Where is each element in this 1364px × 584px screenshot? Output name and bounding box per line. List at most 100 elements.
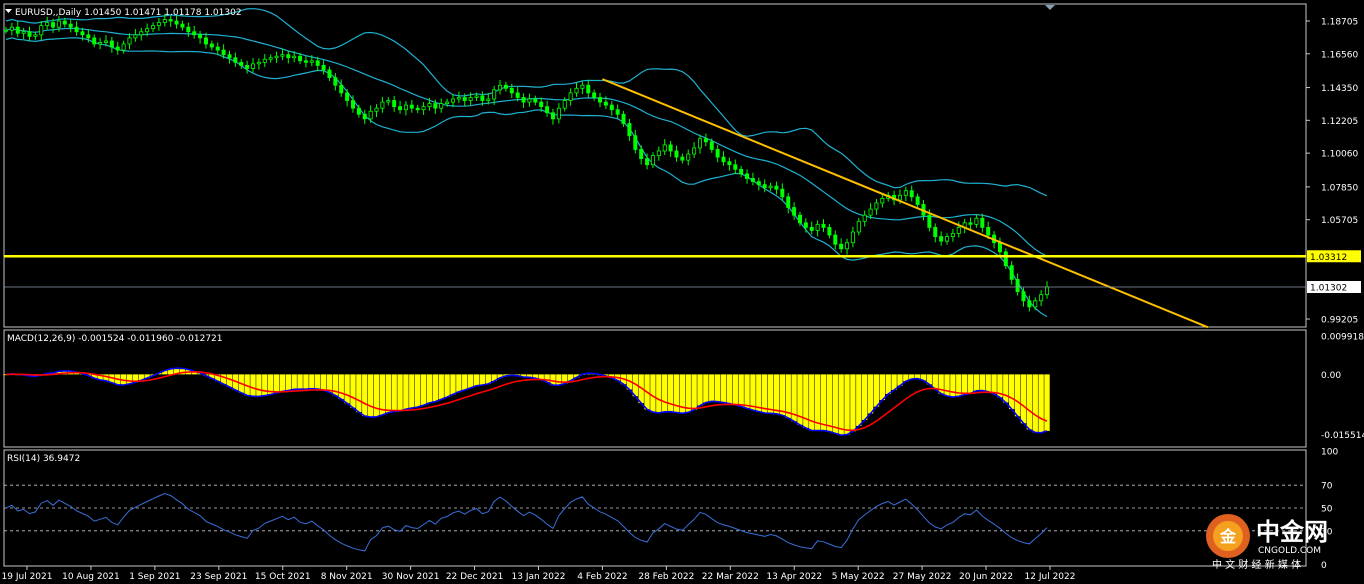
candle-body [745,173,750,179]
price-tick-label: 1.10060 [1321,150,1358,160]
date-tick-label: 22 Dec 2021 [446,572,504,582]
macd-histogram-bar [667,374,674,412]
candle-body [292,55,297,59]
candle-body [503,84,508,89]
macd-histogram-bar [350,374,356,408]
candle-body [809,227,814,231]
candle-body [27,31,32,37]
brand-slogan: 中 文 财 经 新 媒 体 [1212,558,1301,571]
macd-histogram-bar [344,374,350,404]
candle-body [33,34,38,37]
macd-histogram-bar [385,374,391,413]
date-tick-label: 30 Nov 2021 [382,572,440,582]
candle-body [445,101,450,104]
macd-histogram-bar [879,374,886,401]
candle-body [986,227,991,236]
candle-body [727,161,732,166]
macd-histogram-bar [720,374,727,403]
candle-body [327,69,332,79]
candle-body [974,217,979,225]
macd-histogram-bar [726,374,733,404]
candle-body [398,106,403,111]
date-tick-label: 20 Jun 2022 [959,572,1013,582]
macd-histogram-bar [1038,374,1044,433]
date-tick-label: 13 Jan 2022 [512,572,566,582]
candle-body [868,208,873,216]
candle-body [703,138,708,143]
macd-histogram-bar [744,374,750,409]
macd-histogram-bar [873,374,880,407]
candle-body [151,25,156,30]
candle-body [939,236,944,242]
candle-body [509,87,514,94]
price-tick-label: 1.07850 [1321,183,1358,193]
candle-body [903,190,908,196]
candle-body [92,37,97,45]
macd-histogram-bar [761,374,768,413]
date-tick-label: 13 Apr 2022 [766,572,822,582]
candle-body [180,23,185,28]
candle-body [774,185,779,190]
candle-body [709,141,714,150]
macd-histogram-bar [1026,374,1033,430]
price-tick-label: 1.05705 [1321,216,1358,226]
candle-body [156,22,161,27]
macd-tick-label: 0.00 [1321,371,1341,381]
brand-en: CNGOLD.COM [1258,546,1321,556]
macd-histogram-bar [967,374,974,394]
candle-body [62,20,67,25]
candle-body [880,197,885,204]
candle-body [127,37,132,45]
candle-body [439,103,444,109]
candle-body [168,19,173,22]
macd-histogram-bar [473,374,480,386]
candle-body [274,55,279,59]
macd-histogram-bar [1009,374,1015,410]
candle[interactable] [1003,248,1008,269]
chart-canvas: 1.18705 1.16560 1.14350 1.12205 1.10060 1.078… [2,3,1364,582]
candle-body [1009,265,1014,280]
candle-body [339,84,344,94]
candle-body [762,184,767,189]
macd-histogram-bar [1020,374,1027,424]
candle-body [1021,291,1026,302]
macd-histogram-bar [885,374,891,395]
macd-histogram-bar [944,374,950,397]
candle-body [897,194,902,201]
candle-body [592,92,597,98]
candle-body [462,97,467,101]
candle-body [203,37,208,45]
candle-body [862,214,867,222]
candle-body [380,101,385,109]
candle-body [797,214,802,224]
candle-body [362,113,367,120]
macd-histogram-bar [297,374,303,390]
candle-body [221,49,226,56]
candle-body [721,156,726,163]
candle-body [86,34,91,39]
macd-histogram-bar [1032,374,1038,433]
macd-histogram-bar [961,374,968,395]
current-price-tag-text: 1.01302 [1310,283,1347,293]
candle-body [109,40,114,48]
candle-body [850,231,855,244]
rsi-tick-label: 0 [1321,561,1327,571]
price-tick-label: 1.12205 [1321,117,1358,127]
candle-body [321,64,326,71]
macd-histogram-bar [367,374,374,418]
macd-histogram-bar [691,374,697,410]
macd-histogram-bar [714,374,721,402]
macd-histogram-bar [438,374,444,400]
macd-histogram-bar [426,374,433,403]
candle-body [615,109,620,115]
macd-histogram-bar [315,374,321,390]
candle-body [1015,278,1020,293]
macd-histogram-bar [273,374,280,394]
candle-body [586,84,591,94]
candle-body [74,26,79,33]
macd-histogram-bar [556,374,562,386]
candle-body [251,63,256,69]
candle-body [533,98,538,103]
macd-histogram-bar [950,374,956,398]
price-tick-label: 0.99205 [1321,316,1358,326]
